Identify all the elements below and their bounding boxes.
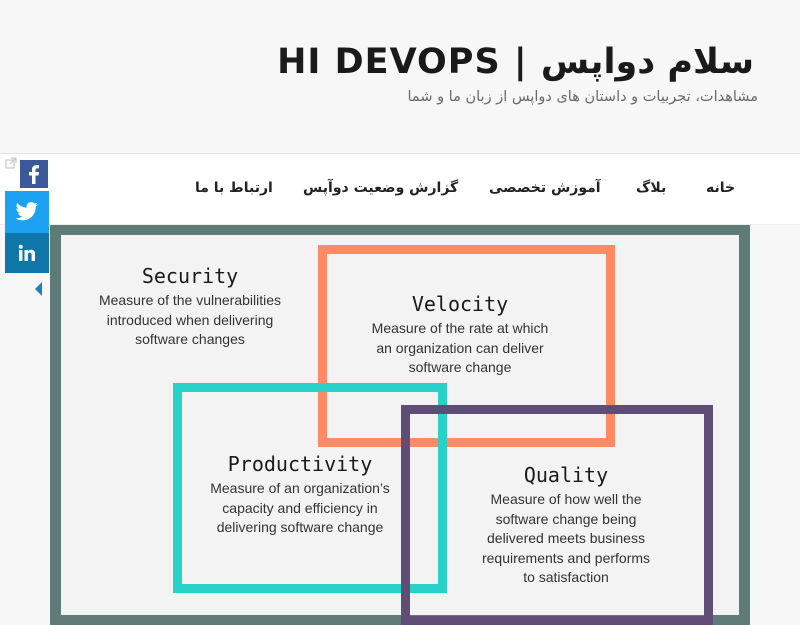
quality-line: requirements and performs bbox=[481, 549, 651, 566]
security-line: Measure of the vulnerabilities bbox=[98, 292, 282, 308]
external-link-icon[interactable] bbox=[5, 157, 17, 169]
productivity-heading: Productivity bbox=[227, 452, 373, 476]
twitter-share-button[interactable] bbox=[5, 191, 49, 233]
main-navigation: خانه بلاگ آموزش تخصصی گزارش وضعیت دوآپس … bbox=[0, 154, 800, 225]
security-heading: Security bbox=[141, 264, 239, 288]
quality-line: to satisfaction bbox=[523, 569, 609, 585]
productivity-line: capacity and efficiency in bbox=[222, 499, 378, 516]
nav-item-training[interactable]: آموزش تخصصی bbox=[489, 180, 601, 196]
quality-line: Measure of how well the bbox=[490, 491, 642, 507]
quality-line: software change being bbox=[495, 510, 637, 527]
nav-item-blog[interactable]: بلاگ bbox=[636, 180, 666, 196]
facebook-share-button[interactable] bbox=[20, 160, 48, 188]
linkedin-icon bbox=[18, 244, 35, 261]
quality-heading: Quality bbox=[523, 463, 609, 487]
linkedin-share-button[interactable] bbox=[5, 233, 49, 273]
site-description: مشاهدات، تجربیات و داستان های دواپس از ز… bbox=[407, 89, 758, 105]
security-line: software changes bbox=[135, 331, 245, 347]
quality-description: Measure of how well the software change … bbox=[446, 490, 686, 588]
velocity-description: Measure of the rate at which an organiza… bbox=[340, 319, 580, 378]
productivity-line: Measure of an organization’s bbox=[210, 480, 390, 496]
nav-item-devops-report[interactable]: گزارش وضعیت دوآپس bbox=[303, 180, 458, 196]
quality-line: delivered meets business bbox=[487, 530, 645, 546]
twitter-icon bbox=[15, 202, 38, 221]
velocity-line: software change bbox=[408, 359, 512, 375]
velocity-line: an organization can deliver bbox=[376, 339, 544, 356]
nav-item-home[interactable]: خانه bbox=[706, 180, 735, 196]
site-title[interactable]: HI DEVOPS | سلام دواپس bbox=[277, 42, 754, 82]
productivity-description: Measure of an organization’s capacity an… bbox=[180, 479, 420, 538]
collapse-share-icon[interactable] bbox=[35, 282, 42, 296]
site-header: HI DEVOPS | سلام دواپس مشاهدات، تجربیات … bbox=[0, 0, 800, 154]
velocity-heading: Velocity bbox=[411, 292, 509, 316]
nav-item-contact[interactable]: ارتباط با ما bbox=[195, 180, 273, 196]
velocity-line: Measure of the rate at which bbox=[371, 320, 549, 336]
facebook-icon bbox=[29, 165, 39, 184]
security-line: introduced when delivering bbox=[106, 311, 274, 328]
security-description: Measure of the vulnerabilities introduce… bbox=[70, 291, 310, 350]
productivity-line: delivering software change bbox=[216, 519, 384, 535]
